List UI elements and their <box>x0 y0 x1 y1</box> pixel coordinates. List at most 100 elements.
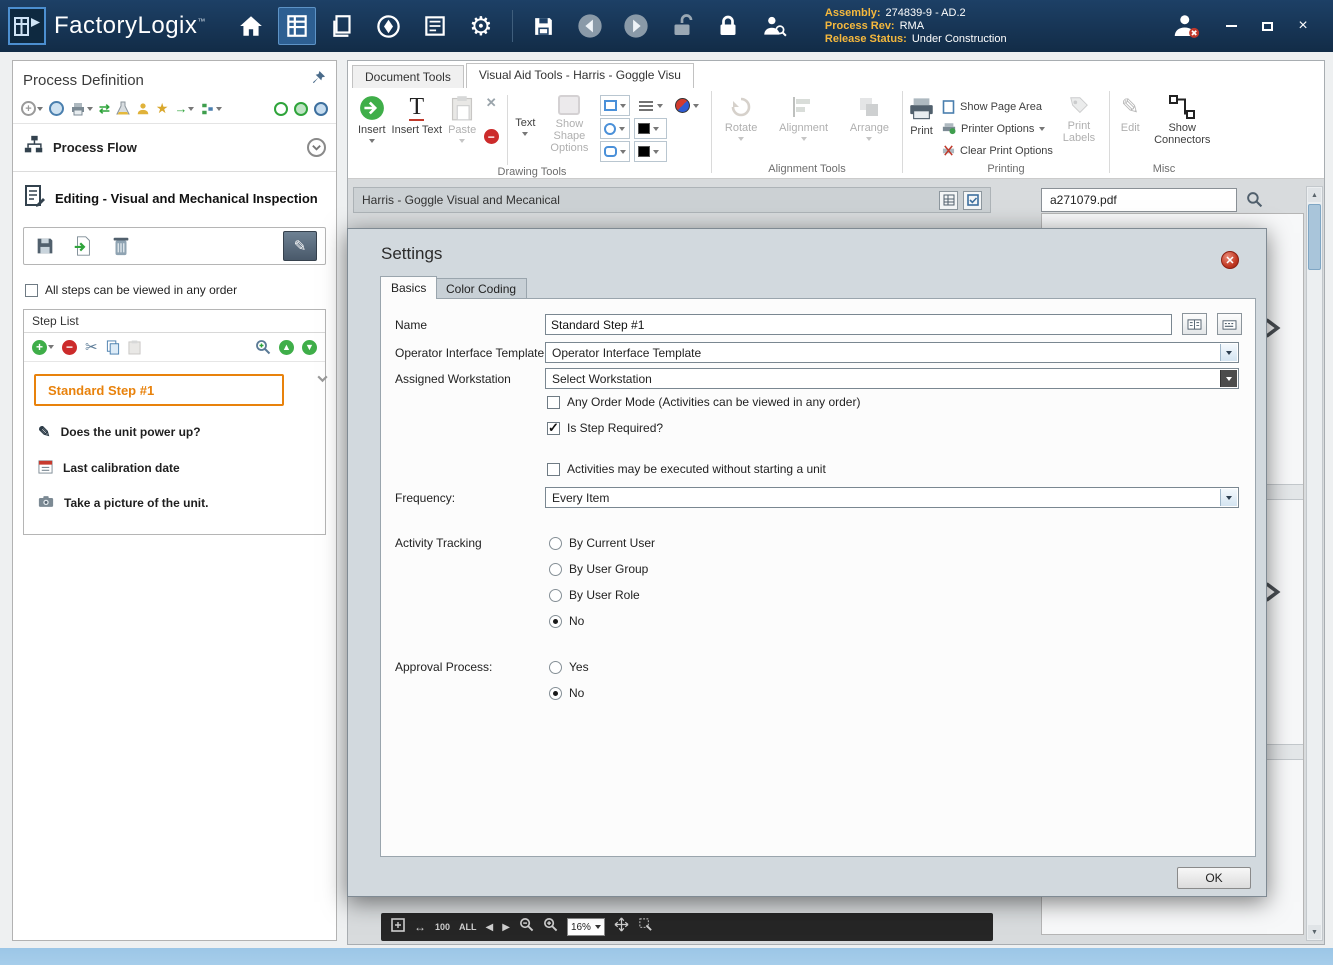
shuffle-icon[interactable]: ⇄ <box>99 101 110 117</box>
scroll-up-arrow[interactable]: ▲ <box>1308 188 1321 202</box>
tab-basics[interactable]: Basics <box>380 276 438 299</box>
home-icon[interactable] <box>232 7 270 45</box>
is-step-required-row[interactable]: Is Step Required? <box>547 420 663 436</box>
logout-user-icon[interactable] <box>1167 7 1205 45</box>
show-connectors-button[interactable]: Show Connectors <box>1154 91 1210 147</box>
step-item[interactable]: Take a picture of the unit. <box>24 486 325 520</box>
settings-gear-icon[interactable]: ⚙ <box>462 7 500 45</box>
view-any-order-row[interactable]: All steps can be viewed in any order <box>13 271 336 309</box>
select-zoom-icon[interactable] <box>638 917 653 937</box>
next-page-icon[interactable]: ▶ <box>502 922 510 933</box>
approval-option-row[interactable]: Yes <box>549 660 589 674</box>
rect-shape-picker[interactable] <box>600 95 631 116</box>
fit-width-icon[interactable]: ↔ <box>414 920 426 934</box>
pin-icon[interactable] <box>311 70 326 90</box>
any-order-row[interactable]: Any Order Mode (Activities can be viewed… <box>547 395 860 409</box>
checklist-view-button[interactable] <box>963 190 982 210</box>
tab-document-tools[interactable]: Document Tools <box>352 65 464 88</box>
name-input[interactable] <box>545 314 1172 335</box>
rotate-button[interactable]: Rotate <box>722 91 760 142</box>
zoom-all-button[interactable]: ALL <box>459 922 477 932</box>
back-icon[interactable] <box>571 7 609 45</box>
edit-button[interactable]: ✎ Edit <box>1118 91 1143 135</box>
by-current-user-radio[interactable] <box>549 536 562 550</box>
insert-text-button[interactable]: T Insert Text <box>389 91 446 137</box>
approval-no-radio[interactable] <box>549 686 562 700</box>
assigned-workstation-select[interactable]: Select Workstation <box>545 368 1239 389</box>
combo-arrow-icon[interactable] <box>1220 344 1237 361</box>
cut-step-icon[interactable]: ✂ <box>85 338 98 356</box>
move-step-down-button[interactable]: ▼ <box>302 339 317 355</box>
combo-arrow-icon[interactable] <box>1220 489 1237 506</box>
favorite-star-icon[interactable]: ★ <box>156 100 169 117</box>
approval-yes-radio[interactable] <box>549 660 562 674</box>
delete-step-button[interactable] <box>108 233 134 259</box>
any-order-checkbox[interactable] <box>547 395 560 409</box>
copy-step-icon[interactable] <box>106 339 120 355</box>
zoom-in-icon[interactable] <box>543 917 558 937</box>
is-step-required-checkbox[interactable] <box>547 420 560 436</box>
paste-step-icon[interactable] <box>128 340 141 355</box>
zoom-level-combo[interactable]: 16% <box>566 918 605 936</box>
activity-option-row[interactable]: By User Role <box>549 588 640 602</box>
scroll-down-arrow[interactable]: ▼ <box>1308 925 1321 939</box>
step-item-selected[interactable]: Standard Step #1 <box>34 374 284 406</box>
text-button[interactable]: Text <box>512 91 538 137</box>
step-expand-chevron-icon[interactable] <box>316 372 329 390</box>
activities-without-unit-checkbox[interactable] <box>547 462 560 476</box>
play-circle-icon[interactable] <box>274 101 288 116</box>
pdf-search-icon[interactable] <box>1246 191 1263 213</box>
activity-no-radio[interactable] <box>549 614 562 628</box>
printer-options-button[interactable]: Printer Options <box>942 119 1053 138</box>
alignment-button[interactable]: Alignment <box>776 91 831 142</box>
insert-button[interactable]: Insert <box>355 91 389 144</box>
collapse-flow-button[interactable] <box>307 138 326 157</box>
tab-visual-aid-tools[interactable]: Visual Aid Tools - Harris - Goggle Visu <box>465 63 694 88</box>
process-flow-row[interactable]: Process Flow <box>13 124 336 172</box>
paste-button[interactable]: Paste <box>445 91 479 144</box>
move-step-up-button[interactable]: ▲ <box>279 339 294 355</box>
close-button[interactable]: × <box>1295 18 1311 34</box>
add-step-button[interactable]: + <box>32 339 54 355</box>
show-shape-options-button[interactable]: Show Shape Options <box>538 91 600 155</box>
print-button[interactable]: Print <box>905 91 938 138</box>
grid-view-button[interactable] <box>939 190 958 210</box>
scrollbar-thumb[interactable] <box>1308 204 1321 270</box>
line-style-picker[interactable] <box>634 95 668 116</box>
cut-icon[interactable]: ✕ <box>486 95 497 111</box>
clear-print-options-button[interactable]: Clear Print Options <box>942 141 1053 160</box>
process-definition-nav-icon[interactable] <box>277 7 316 45</box>
forward-icon[interactable] <box>617 7 655 45</box>
operator-interface-select[interactable]: Operator Interface Template <box>545 342 1239 363</box>
pan-icon[interactable] <box>614 917 629 937</box>
maximize-button[interactable] <box>1259 18 1275 34</box>
web-link-icon[interactable] <box>49 101 64 116</box>
edit-step-button[interactable]: ✎ <box>283 231 317 261</box>
documents-nav-icon[interactable] <box>324 7 362 45</box>
dialog-close-icon[interactable]: ✕ <box>1221 251 1239 269</box>
combo-arrow-icon[interactable] <box>1220 370 1237 387</box>
by-user-role-radio[interactable] <box>549 588 562 602</box>
unlock-icon[interactable] <box>663 7 701 45</box>
import-step-button[interactable] <box>70 233 96 259</box>
tree-icon[interactable] <box>200 102 223 116</box>
zoom-100-button[interactable]: 100 <box>435 922 450 932</box>
line-color-picker[interactable] <box>634 118 668 139</box>
translate-button[interactable] <box>1182 313 1207 335</box>
by-user-group-radio[interactable] <box>549 562 562 576</box>
hotspot-picker[interactable] <box>671 95 704 116</box>
show-page-area-button[interactable]: Show Page Area <box>942 97 1053 116</box>
step-item[interactable]: ✎ Does the unit power up? <box>24 414 325 450</box>
print-icon[interactable] <box>70 101 93 117</box>
zoom-out-icon[interactable] <box>519 917 534 937</box>
prev-page-icon[interactable]: ◀ <box>486 922 494 933</box>
find-user-icon[interactable] <box>755 7 793 45</box>
add-dropdown-icon[interactable]: + <box>21 101 43 116</box>
ellipse-shape-picker[interactable] <box>600 118 631 139</box>
lock-icon[interactable] <box>709 7 747 45</box>
dispatch-nav-icon[interactable] <box>370 7 408 45</box>
record-circle-icon[interactable] <box>294 101 308 116</box>
frequency-select[interactable]: Every Item <box>545 487 1239 508</box>
stop-circle-icon[interactable] <box>314 101 328 116</box>
activity-option-row[interactable]: By Current User <box>549 536 655 550</box>
